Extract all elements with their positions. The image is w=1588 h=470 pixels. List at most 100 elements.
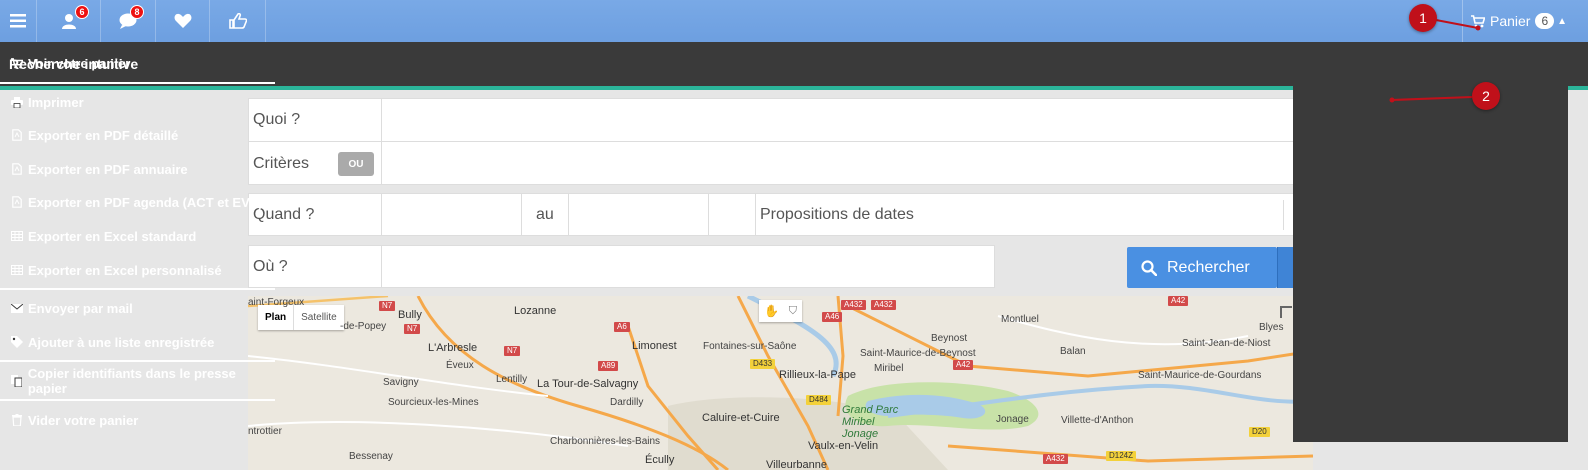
road-shield: N7	[404, 324, 421, 334]
cart-count-badge: 6	[1535, 13, 1555, 29]
print-icon	[11, 96, 23, 108]
menu-separator	[0, 288, 275, 290]
map-place: Fontaines-sur-Saône	[703, 341, 797, 352]
ou-toggle[interactable]: OU	[338, 152, 374, 176]
menu-item-export-excel-custom[interactable]: Exporter en Excel personnalisé	[0, 255, 275, 285]
hand-icon[interactable]: ✋	[764, 304, 779, 318]
map-place: -de-Popey	[340, 321, 387, 332]
road-shield: N7	[379, 301, 396, 311]
menu-item-label: Vider votre panier	[28, 412, 139, 428]
copy-icon	[11, 375, 23, 387]
menu-item-export-excel-standard[interactable]: Exporter en Excel standard	[0, 221, 275, 251]
table-icon	[11, 230, 23, 242]
tag-icon	[11, 336, 23, 348]
users-button[interactable]: 6	[37, 0, 101, 42]
map-place: L'Arbresle	[428, 342, 478, 354]
favorites-button[interactable]	[156, 0, 210, 42]
table-icon	[11, 264, 23, 276]
pdf-icon	[11, 196, 23, 208]
heart-icon	[174, 13, 191, 28]
map-place: Jonage	[996, 414, 1029, 425]
date-start-input[interactable]	[383, 194, 520, 235]
map-place: Villette-d'Anthon	[1061, 415, 1134, 426]
cart-icon	[1471, 14, 1485, 27]
chevron-up-icon: ▲	[1557, 15, 1568, 27]
road-shield: D484	[806, 395, 832, 405]
cart-dropdown-menu	[1293, 42, 1568, 442]
where-input[interactable]	[383, 246, 993, 287]
road-shield: A42	[1168, 296, 1189, 306]
map-place: Caluire-et-Cuire	[702, 412, 780, 424]
menu-item-export-pdf-directory[interactable]: Exporter en PDF annuaire	[0, 154, 275, 184]
menu-item-print[interactable]: Imprimer	[0, 87, 275, 117]
map-place: Bessenay	[349, 451, 393, 462]
menu-item-label: Envoyer par mail	[28, 300, 133, 316]
map-place: Balan	[1060, 346, 1086, 357]
map-type-satellite[interactable]: Satellite	[293, 305, 344, 330]
road-shield: A432	[1043, 454, 1068, 464]
users-badge: 6	[75, 5, 89, 19]
pdf-icon	[11, 129, 23, 141]
menu-item-send-email[interactable]: Envoyer par mail	[0, 293, 275, 323]
road-shield: D20	[1249, 427, 1270, 437]
menu-item-add-to-list[interactable]: Ajouter à une liste enregistrée	[0, 327, 275, 357]
map-place: Saint-Maurice-de-Beynost	[860, 348, 976, 359]
road-shield: A89	[598, 361, 619, 371]
annotation-marker-2: 2	[1472, 82, 1500, 110]
menu-item-view-cart[interactable]: Voir votre panier	[0, 48, 275, 78]
menu-button[interactable]	[0, 0, 37, 42]
cart-icon	[11, 57, 23, 69]
road-shield: A432	[871, 300, 896, 310]
road-shield: N7	[504, 346, 521, 356]
map-draw-tools: ✋ ⛉	[759, 300, 802, 322]
divider	[381, 193, 382, 236]
date-suggestions-select[interactable]: Propositions de dates	[760, 206, 914, 224]
menu-item-copy-ids[interactable]: Copier identifiants dans le presse papie…	[0, 366, 275, 396]
menu-separator	[0, 82, 275, 84]
map-place: Saint-Maurice-de-Gourdans	[1138, 370, 1262, 381]
menu-item-export-pdf-detailed[interactable]: Exporter en PDF détaillé	[0, 120, 275, 150]
map-place: La Tour-de-Salvagny	[537, 378, 639, 390]
search-button-label: Rechercher	[1167, 258, 1250, 276]
divider	[568, 193, 569, 236]
menu-separator	[0, 399, 275, 401]
menu-item-label: Ajouter à une liste enregistrée	[28, 334, 215, 350]
map-place: Rillieux-la-Pape	[779, 369, 857, 381]
au-label: au	[536, 206, 554, 223]
hamburger-icon	[10, 14, 26, 28]
map-place: Dardilly	[610, 397, 644, 408]
map-place: Limonest	[632, 340, 677, 352]
menu-item-label: Voir votre panier	[28, 55, 131, 71]
calendar-button[interactable]	[710, 194, 753, 235]
map-place: Beynost	[931, 333, 968, 344]
map-place: Bully	[398, 309, 422, 321]
map-place: Écully	[645, 454, 675, 466]
search-icon	[1141, 259, 1157, 276]
road-shield: A42	[953, 360, 974, 370]
shape-icon[interactable]: ⛉	[789, 305, 797, 318]
recommend-button[interactable]	[210, 0, 266, 42]
pdf-icon	[11, 163, 23, 175]
search-button[interactable]: Rechercher	[1127, 247, 1277, 288]
map-place: Lentilly	[496, 374, 528, 385]
envelope-icon	[11, 302, 23, 314]
quoi-input[interactable]	[383, 99, 1293, 140]
fullscreen-icon[interactable]	[1280, 306, 1292, 318]
menu-separator	[0, 360, 275, 362]
top-bar: 6 8 Panier 6 ▲	[0, 0, 1588, 42]
annotation-marker-1: 1	[1409, 4, 1437, 32]
divider	[755, 193, 756, 236]
map-place: Lozanne	[514, 305, 557, 317]
map-place: Villeurbanne	[766, 459, 827, 470]
user-icon	[61, 14, 76, 29]
menu-item-export-pdf-agenda[interactable]: Exporter en PDF agenda (ACT et EVE)	[0, 187, 275, 217]
messages-button[interactable]: 8	[101, 0, 156, 42]
divider	[708, 193, 709, 236]
date-end-input[interactable]	[570, 194, 707, 235]
criteres-input[interactable]	[383, 142, 1293, 184]
cart-button[interactable]: Panier 6 ▲	[1462, 0, 1588, 42]
trash-icon	[11, 414, 23, 426]
divider	[1283, 200, 1284, 230]
menu-item-empty-cart[interactable]: Vider votre panier	[0, 405, 275, 435]
menu-item-label: Exporter en PDF annuaire	[28, 161, 188, 177]
